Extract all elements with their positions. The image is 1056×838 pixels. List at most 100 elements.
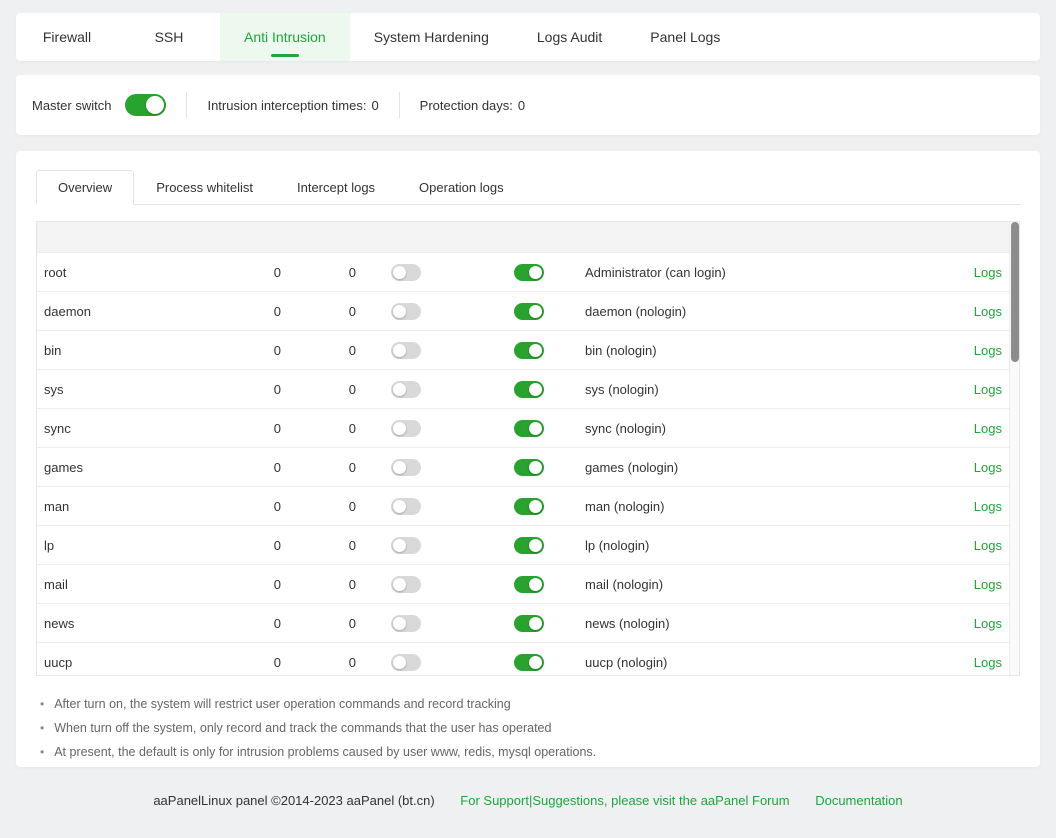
log-toggle[interactable] (514, 576, 544, 593)
top-tab-bar: Firewall SSH Anti Intrusion System Harde… (16, 13, 1040, 61)
cell-today: 0 (281, 343, 356, 358)
protection-toggle[interactable] (391, 264, 421, 281)
protection-toggle[interactable] (391, 498, 421, 515)
panel-tab-bar: Overview Process whitelist Intercept log… (36, 169, 1020, 205)
table-row: root 0 0 Administrator (can login) Logs (37, 252, 1009, 291)
log-toggle[interactable] (514, 342, 544, 359)
table-row: sys 0 0 sys (nologin) Logs (37, 369, 1009, 408)
cell-total: 0 (229, 538, 281, 553)
cell-protection (356, 380, 501, 397)
logs-link[interactable]: Logs (974, 577, 1002, 592)
cell-operation: Logs (919, 538, 1009, 553)
cell-operation: Logs (919, 421, 1009, 436)
table-scrollbar[interactable] (1009, 222, 1019, 675)
cell-operation: Logs (919, 382, 1009, 397)
protection-toggle[interactable] (391, 615, 421, 632)
scrollbar-thumb[interactable] (1011, 222, 1019, 362)
master-switch-label: Master switch (32, 98, 111, 113)
bullet-icon: • (40, 716, 44, 740)
cell-total: 0 (229, 616, 281, 631)
top-tab[interactable]: SSH (118, 13, 220, 61)
log-toggle[interactable] (514, 303, 544, 320)
logs-link[interactable]: Logs (974, 382, 1002, 397)
table-row: mail 0 0 mail (nologin) Logs (37, 564, 1009, 603)
master-switch-toggle[interactable] (125, 94, 166, 116)
notes-list: • After turn on, the system will restric… (36, 692, 1020, 764)
log-toggle[interactable] (514, 420, 544, 437)
panel-tab[interactable]: Intercept logs (275, 170, 397, 205)
cell-protection (356, 419, 501, 436)
log-toggle[interactable] (514, 615, 544, 632)
protection-toggle[interactable] (391, 342, 421, 359)
cell-log (501, 263, 585, 280)
logs-link[interactable]: Logs (974, 655, 1002, 670)
logs-link[interactable]: Logs (974, 265, 1002, 280)
cell-protection (356, 653, 501, 670)
cell-protection (356, 458, 501, 475)
cell-log (501, 419, 585, 436)
cell-today: 0 (281, 499, 356, 514)
note-item: • At present, the default is only for in… (36, 740, 1020, 764)
cell-operation: Logs (919, 499, 1009, 514)
log-toggle[interactable] (514, 459, 544, 476)
cell-total: 0 (229, 343, 281, 358)
logs-link[interactable]: Logs (974, 616, 1002, 631)
top-tab-label: Panel Logs (650, 29, 720, 45)
cell-log (501, 653, 585, 670)
cell-remark: uucp (nologin) (585, 655, 919, 670)
top-tab[interactable]: Logs Audit (513, 13, 626, 61)
vertical-divider (186, 92, 187, 118)
logs-link[interactable]: Logs (974, 499, 1002, 514)
protection-toggle[interactable] (391, 420, 421, 437)
table-row: news 0 0 news (nologin) Logs (37, 603, 1009, 642)
logs-link[interactable]: Logs (974, 460, 1002, 475)
cell-remark: news (nologin) (585, 616, 919, 631)
log-toggle[interactable] (514, 537, 544, 554)
cell-remark: bin (nologin) (585, 343, 919, 358)
cell-remark: lp (nologin) (585, 538, 919, 553)
note-text: When turn off the system, only record an… (54, 716, 551, 740)
documentation-link[interactable]: Documentation (815, 793, 902, 808)
protection-toggle[interactable] (391, 459, 421, 476)
stat-value: 0 (518, 98, 525, 113)
logs-link[interactable]: Logs (974, 304, 1002, 319)
note-item: • When turn off the system, only record … (36, 716, 1020, 740)
protection-toggle[interactable] (391, 537, 421, 554)
log-toggle[interactable] (514, 264, 544, 281)
top-tab[interactable]: Firewall (16, 13, 118, 61)
top-tab[interactable]: System Hardening (350, 13, 513, 61)
protection-toggle[interactable] (391, 576, 421, 593)
protection-toggle[interactable] (391, 303, 421, 320)
log-toggle[interactable] (514, 654, 544, 671)
vertical-divider (399, 92, 400, 118)
stat-label: Intrusion interception times: (207, 98, 366, 113)
panel-tab[interactable]: Process whitelist (134, 170, 275, 205)
top-tab[interactable]: Anti Intrusion (220, 13, 350, 61)
stat-value: 0 (371, 98, 378, 113)
logs-link[interactable]: Logs (974, 538, 1002, 553)
top-tab[interactable]: Panel Logs (626, 13, 744, 61)
protection-toggle[interactable] (391, 654, 421, 671)
cell-user: lp (37, 538, 229, 553)
logs-link[interactable]: Logs (974, 421, 1002, 436)
cell-operation: Logs (919, 265, 1009, 280)
table-header-row (37, 222, 1009, 252)
bullet-icon: • (40, 692, 44, 716)
panel-tab[interactable]: Overview (36, 170, 134, 205)
log-toggle[interactable] (514, 498, 544, 515)
protection-toggle[interactable] (391, 381, 421, 398)
log-toggle[interactable] (514, 381, 544, 398)
panel-tab[interactable]: Operation logs (397, 170, 526, 205)
page-footer: aaPanelLinux panel ©2014-2023 aaPanel (b… (16, 793, 1040, 808)
forum-link[interactable]: For Support|Suggestions, please visit th… (460, 793, 789, 808)
cell-log (501, 380, 585, 397)
table-row: sync 0 0 sync (nologin) Logs (37, 408, 1009, 447)
cell-user: mail (37, 577, 229, 592)
stat-group: Protection days: 0 (379, 92, 525, 118)
top-tab-label: Logs Audit (537, 29, 602, 45)
cell-log (501, 536, 585, 553)
cell-protection (356, 614, 501, 631)
logs-link[interactable]: Logs (974, 343, 1002, 358)
cell-user: sync (37, 421, 229, 436)
panel-tab-label: Operation logs (419, 180, 504, 195)
